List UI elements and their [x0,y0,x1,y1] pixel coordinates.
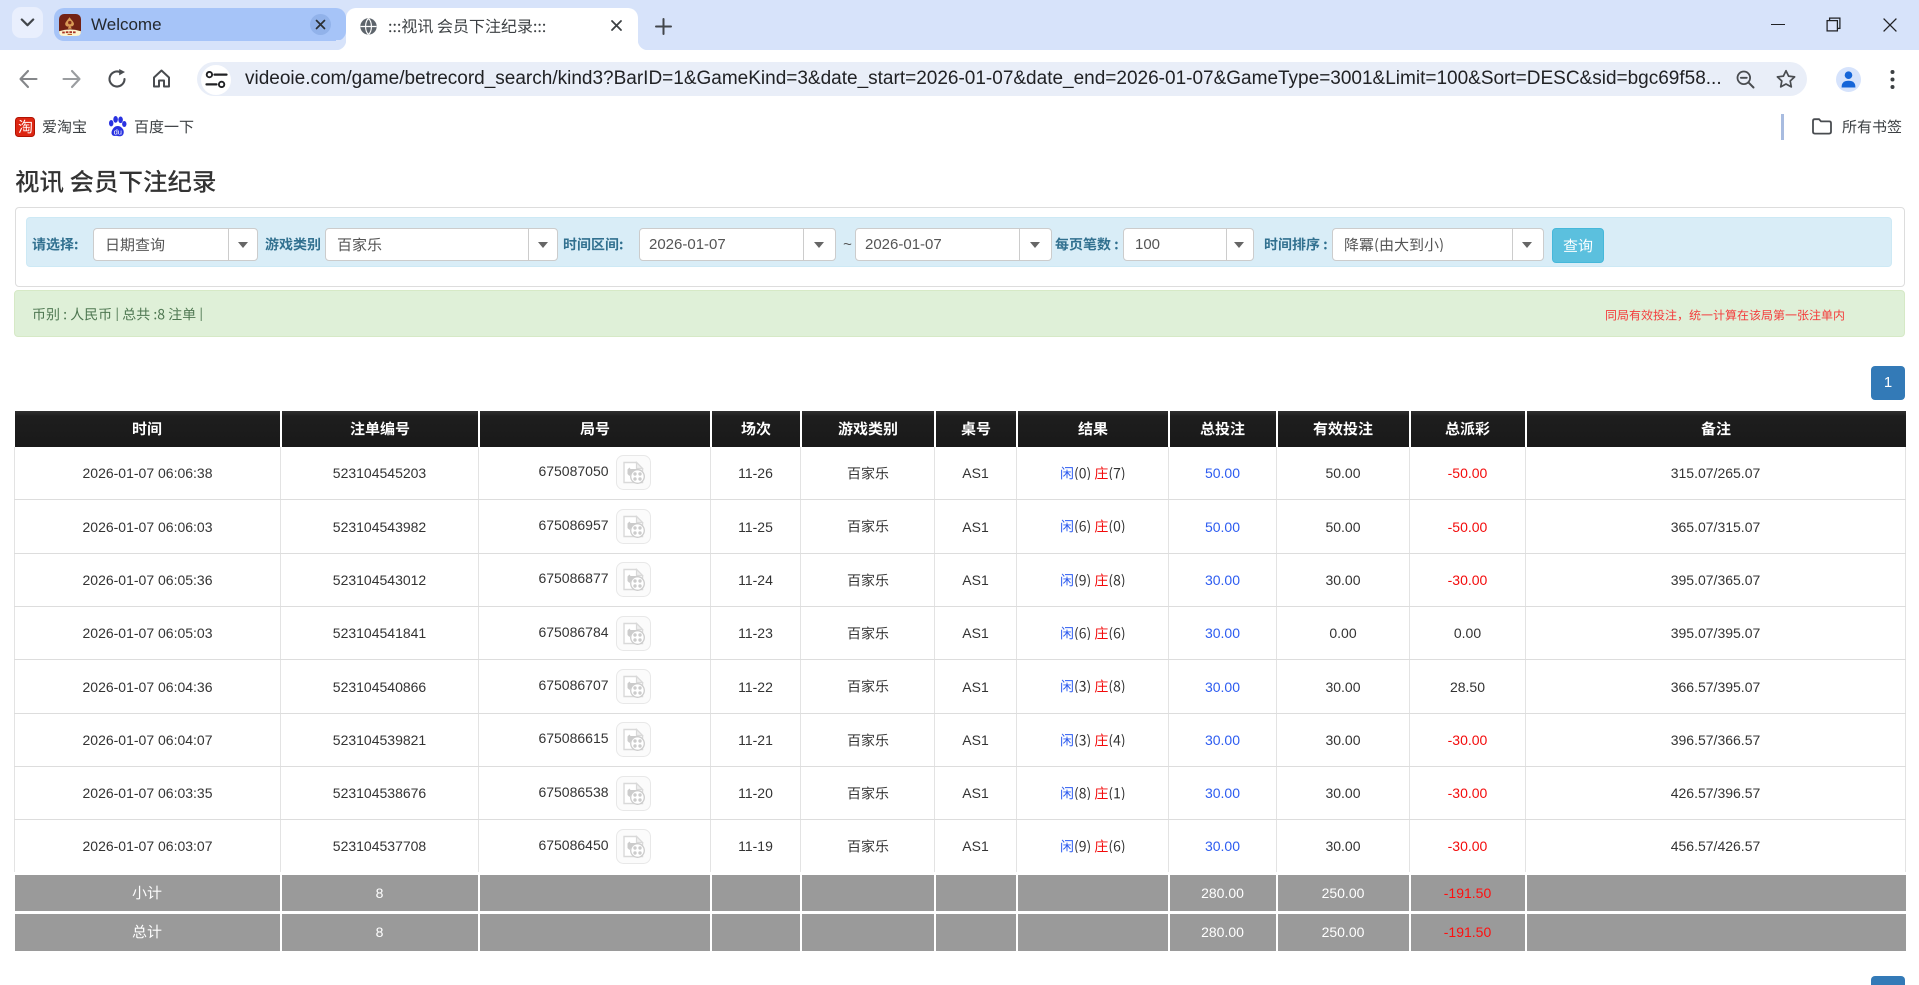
svg-text:du: du [114,127,122,136]
